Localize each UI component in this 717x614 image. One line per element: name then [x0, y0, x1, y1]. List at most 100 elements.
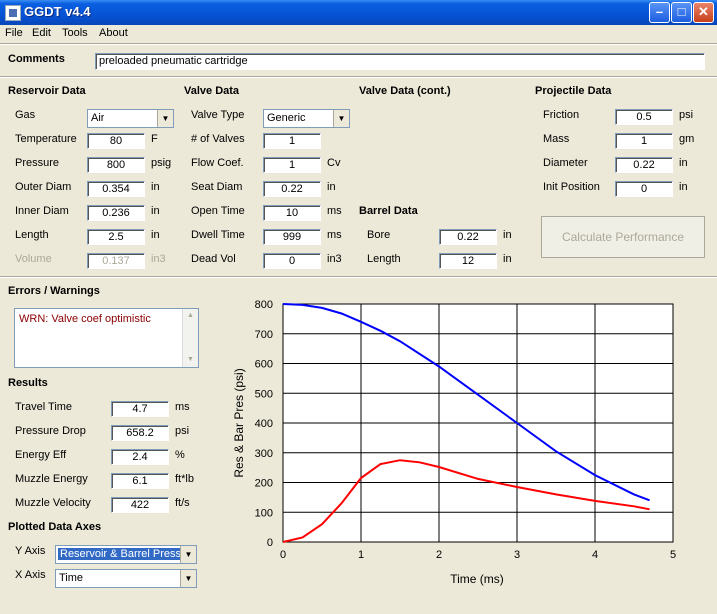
pressure-drop-unit: psi: [175, 425, 190, 437]
divider: [0, 276, 717, 278]
x-axis-label: X Axis: [15, 569, 46, 581]
menu-tools[interactable]: Tools: [62, 27, 88, 39]
inner-diam-unit: in: [151, 205, 160, 217]
mass-unit: gm: [679, 133, 695, 145]
num-valves-input[interactable]: 1: [263, 133, 321, 149]
valve-type-value: Generic: [267, 112, 306, 124]
valve-cont-heading: Valve Data (cont.): [359, 85, 451, 97]
friction-unit: psi: [679, 109, 694, 121]
volume-unit: in3: [151, 253, 166, 265]
minimize-icon: –: [655, 4, 664, 19]
errors-scrollbar[interactable]: ▲ ▼: [182, 309, 198, 367]
diameter-unit: in: [679, 157, 688, 169]
diameter-label: Diameter: [543, 157, 588, 169]
close-icon: ✕: [698, 4, 709, 19]
barrel-heading: Barrel Data: [359, 205, 418, 217]
reservoir-length-unit: in: [151, 229, 160, 241]
title-bar[interactable]: [0, 0, 717, 25]
y-tick-label: 400: [255, 418, 273, 430]
num-valves-label: # of Valves: [191, 133, 245, 145]
x-tick-label: 5: [670, 549, 676, 561]
inner-diam-label: Inner Diam: [15, 205, 69, 217]
chevron-down-icon[interactable]: ▼: [180, 546, 196, 563]
menu-edit[interactable]: Edit: [32, 27, 51, 39]
barrel-length-input[interactable]: 12: [439, 253, 497, 269]
inner-diam-input[interactable]: 0.236: [87, 205, 145, 221]
results-heading: Results: [8, 377, 48, 389]
scroll-down-icon[interactable]: ▼: [183, 353, 198, 367]
valve-type-select[interactable]: Generic ▼: [263, 109, 350, 128]
friction-input[interactable]: 0.5: [615, 109, 673, 125]
muzzle-velocity-value: 422: [111, 497, 169, 513]
volume-label: Volume: [15, 253, 52, 265]
y-tick-label: 600: [255, 359, 273, 371]
travel-time-value: 4.7: [111, 401, 169, 417]
seat-diam-label: Seat Diam: [191, 181, 243, 193]
menu-about[interactable]: About: [99, 27, 128, 39]
divider: [0, 43, 717, 45]
y-tick-label: 500: [255, 388, 273, 400]
pressure-unit: psig: [151, 157, 172, 169]
calculate-performance-button[interactable]: Calculate Performance: [541, 216, 705, 258]
scroll-up-icon[interactable]: ▲: [183, 309, 198, 323]
dead-vol-label: Dead Vol: [191, 253, 236, 265]
mass-label: Mass: [543, 133, 570, 145]
mass-input[interactable]: 1: [615, 133, 673, 149]
close-button[interactable]: ✕: [693, 2, 714, 23]
muzzle-energy-unit: ft*lb: [175, 473, 194, 485]
menu-file[interactable]: File: [5, 27, 23, 39]
dwell-time-input[interactable]: 999: [263, 229, 321, 245]
chevron-down-icon[interactable]: ▼: [333, 110, 349, 127]
y-axis-label: Y Axis: [15, 545, 46, 557]
x-axis-select[interactable]: Time ▼: [55, 569, 197, 588]
maximize-button[interactable]: □: [671, 2, 692, 23]
open-time-input[interactable]: 10: [263, 205, 321, 221]
outer-diam-unit: in: [151, 181, 160, 193]
x-tick-label: 1: [358, 549, 364, 561]
gas-label: Gas: [15, 109, 36, 121]
errors-textbox[interactable]: WRN: Valve coef optimistic ▲ ▼: [14, 308, 199, 368]
valve-heading: Valve Data: [184, 85, 240, 97]
menu-bar: File Edit Tools About: [0, 25, 717, 43]
valve-type-label: Valve Type: [191, 109, 245, 121]
outer-diam-input[interactable]: 0.354: [87, 181, 145, 197]
dead-vol-input[interactable]: 0: [263, 253, 321, 269]
y-tick-label: 200: [255, 478, 273, 490]
volume-value: 0.137: [87, 253, 145, 269]
minimize-button[interactable]: –: [649, 2, 670, 23]
y-axis-select[interactable]: Reservoir & Barrel Pressure ▼: [55, 545, 197, 564]
bore-input[interactable]: 0.22: [439, 229, 497, 245]
y-tick-label: 700: [255, 329, 273, 341]
dead-vol-unit: in3: [327, 253, 342, 265]
pressure-input[interactable]: 800: [87, 157, 145, 173]
open-time-label: Open Time: [191, 205, 245, 217]
errors-text: WRN: Valve coef optimistic: [19, 313, 151, 325]
flow-coef-input[interactable]: 1: [263, 157, 321, 173]
energy-eff-unit: %: [175, 449, 185, 461]
x-axis-title: Time (ms): [450, 572, 504, 586]
projectile-heading: Projectile Data: [535, 85, 612, 97]
pressure-label: Pressure: [15, 157, 60, 169]
reservoir-length-label: Length: [15, 229, 49, 241]
comments-input[interactable]: preloaded pneumatic cartridge: [95, 53, 705, 70]
barrel-length-label: Length: [367, 253, 401, 265]
axes-heading: Plotted Data Axes: [8, 521, 102, 533]
dwell-time-label: Dwell Time: [191, 229, 245, 241]
chevron-down-icon[interactable]: ▼: [180, 570, 196, 587]
muzzle-velocity-unit: ft/s: [175, 497, 190, 509]
reservoir-length-input[interactable]: 2.5: [87, 229, 145, 245]
y-axis-value: Reservoir & Barrel Pressure: [58, 548, 180, 560]
diameter-input[interactable]: 0.22: [615, 157, 673, 173]
seat-diam-input[interactable]: 0.22: [263, 181, 321, 197]
app-icon[interactable]: [5, 5, 21, 21]
x-tick-label: 4: [592, 549, 598, 561]
temperature-label: Temperature: [15, 133, 77, 145]
muzzle-energy-value: 6.1: [111, 473, 169, 489]
pressure-time-chart: 0 1 2 3 4 5 0 100 200 300 400 500 600 700 800 Time (ms…: [232, 299, 676, 586]
gas-select[interactable]: Air ▼: [87, 109, 174, 128]
temperature-input[interactable]: 80: [87, 133, 145, 149]
chevron-down-icon[interactable]: ▼: [157, 110, 173, 127]
chart-grid: [282, 303, 674, 543]
x-tick-label: 3: [514, 549, 520, 561]
init-position-input[interactable]: 0: [615, 181, 673, 197]
